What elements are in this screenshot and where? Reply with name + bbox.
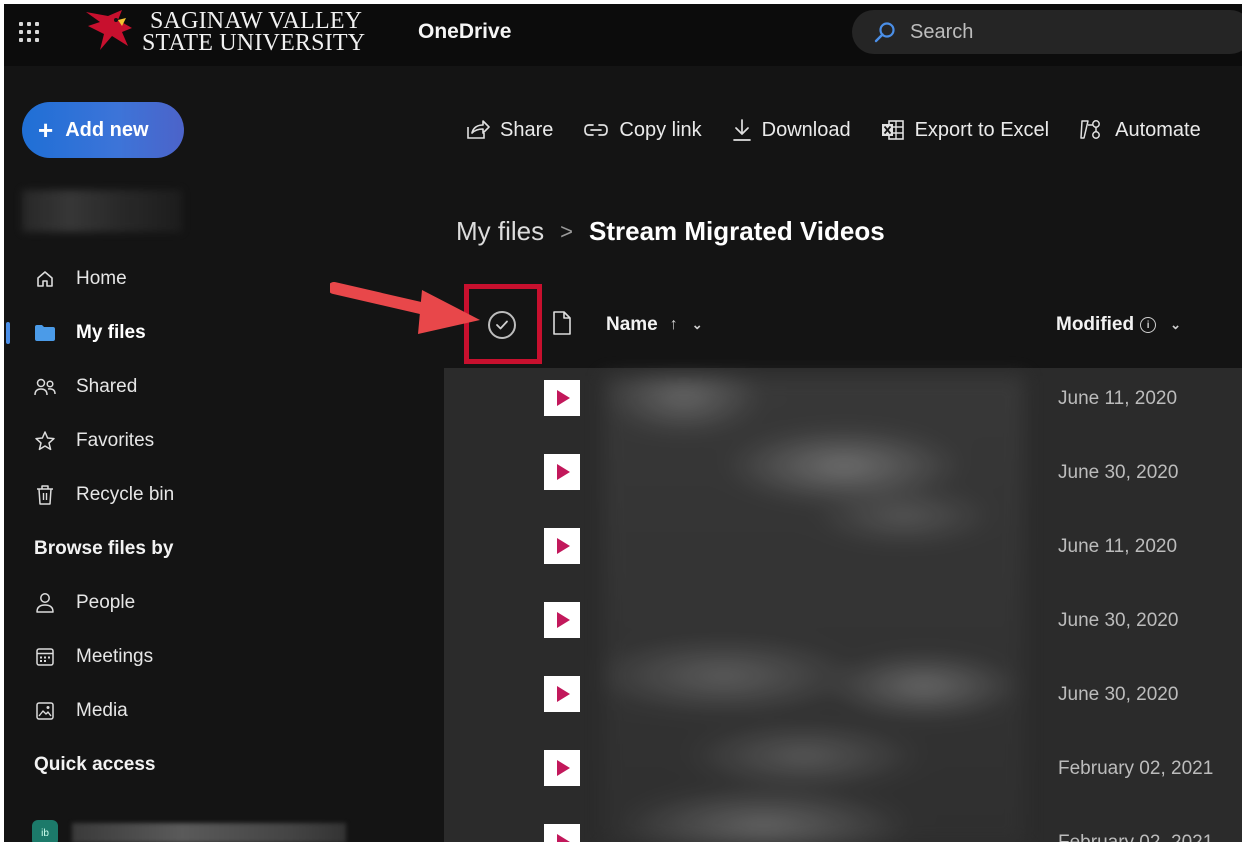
plus-icon: + [38, 115, 54, 145]
video-file-icon [544, 676, 580, 712]
breadcrumb-current-folder: Stream Migrated Videos [588, 216, 885, 246]
folder-icon [34, 322, 56, 344]
person-icon [34, 592, 56, 614]
sidebar-nav: Home My files Shared Favorites Recycle b… [4, 252, 204, 792]
onedrive-window: SAGINAW VALLEY STATE UNIVERSITY OneDrive… [4, 4, 1242, 842]
breadcrumb: My files > Stream Migrated Videos [456, 216, 885, 247]
sidebar-item-label: My files [76, 322, 146, 343]
chevron-down-icon: ⌄ [1170, 317, 1182, 332]
sidebar-item-label: People [76, 592, 136, 613]
browse-files-heading: Browse files by [34, 538, 174, 559]
calendar-icon [34, 646, 56, 668]
site-name-redacted [72, 823, 346, 842]
sidebar-item-label: Home [76, 268, 127, 289]
table-row[interactable]: February 02, 2021 [444, 808, 1242, 842]
sidebar-item-home[interactable]: Home [4, 252, 204, 306]
link-icon [584, 124, 609, 136]
modified-date: June 30, 2020 [1058, 462, 1179, 483]
video-file-icon [544, 824, 580, 842]
file-type-column-icon[interactable] [552, 310, 572, 341]
video-file-icon [544, 380, 580, 416]
video-file-icon [544, 602, 580, 638]
modified-date: June 11, 2020 [1058, 536, 1178, 557]
automate-button[interactable]: Automate [1079, 118, 1201, 142]
export-to-excel-label: Export to Excel [914, 118, 1050, 141]
site-badge-icon: ib [32, 820, 58, 842]
copy-link-button[interactable]: Copy link [583, 118, 702, 142]
automate-icon [1080, 120, 1101, 139]
sidebar-item-favorites[interactable]: Favorites [4, 414, 204, 468]
command-bar: Share Copy link Download Export to Excel… [466, 112, 1231, 148]
column-header-modified[interactable]: Modified i ⌄ [1056, 314, 1181, 336]
column-modified-label: Modified [1056, 314, 1135, 335]
annotation-arrow [330, 282, 480, 334]
chevron-down-icon: ⌄ [691, 317, 703, 332]
app-title[interactable]: OneDrive [418, 20, 511, 44]
quick-access-heading: Quick access [34, 754, 156, 775]
people-icon [34, 376, 56, 398]
sidebar-item-label: Favorites [76, 430, 155, 451]
table-row[interactable]: June 11, 2020 [444, 512, 1242, 586]
copy-link-label: Copy link [619, 118, 702, 141]
automate-label: Automate [1115, 118, 1201, 141]
home-icon [34, 268, 56, 290]
modified-date: June 30, 2020 [1058, 684, 1179, 705]
column-name-label: Name [606, 314, 658, 335]
sidebar-item-shared[interactable]: Shared [4, 360, 204, 414]
modified-date: June 11, 2020 [1058, 388, 1178, 409]
sort-ascending-icon: ↑ [669, 316, 678, 333]
add-new-button[interactable]: + Add new [22, 102, 184, 158]
video-file-icon [544, 528, 580, 564]
sidebar-item-people[interactable]: People [4, 576, 204, 630]
university-name-line2: STATE UNIVERSITY [142, 30, 366, 56]
account-name-redacted [22, 190, 182, 232]
sidebar-item-label: Media [76, 700, 128, 721]
column-header-name[interactable]: Name ↑ ⌄ [606, 314, 703, 336]
trash-icon [34, 484, 56, 506]
modified-date: February 02, 2021 [1058, 832, 1213, 842]
file-list-header: Name ↑ ⌄ Modified i ⌄ [444, 284, 1242, 368]
sidebar-item-recycle-bin[interactable]: Recycle bin [4, 468, 204, 522]
sidebar-item-label: Recycle bin [76, 484, 175, 505]
university-logo[interactable]: SAGINAW VALLEY STATE UNIVERSITY [82, 4, 365, 60]
table-row[interactable]: June 30, 2020 [444, 438, 1242, 512]
cardinal-icon [86, 10, 132, 50]
sidebar-item-label: Meetings [76, 646, 154, 667]
share-button[interactable]: Share [466, 119, 553, 142]
sidebar-item-my-files[interactable]: My files [4, 306, 204, 360]
university-name: SAGINAW VALLEY STATE UNIVERSITY [142, 8, 366, 56]
chevron-right-icon: > [560, 218, 573, 244]
video-file-icon [544, 454, 580, 490]
file-list: Name ↑ ⌄ Modified i ⌄ June 11, 2020 June… [444, 284, 1242, 842]
sidebar-item-label: Shared [76, 376, 138, 397]
modified-date: June 30, 2020 [1058, 610, 1179, 631]
sidebar-item-media[interactable]: Media [4, 684, 204, 738]
star-icon [34, 430, 56, 452]
university-name-line1: SAGINAW VALLEY [150, 8, 363, 34]
download-button[interactable]: Download [732, 118, 851, 142]
modified-date: February 02, 2021 [1058, 758, 1214, 779]
breadcrumb-my-files[interactable]: My files [456, 216, 544, 247]
search-icon [874, 22, 895, 43]
table-row[interactable]: February 02, 2021 [444, 734, 1242, 808]
table-row[interactable]: June 30, 2020 [444, 586, 1242, 660]
search-input[interactable] [910, 20, 1210, 44]
image-icon [34, 700, 56, 722]
app-launcher-icon[interactable] [18, 21, 40, 43]
excel-icon [881, 120, 904, 140]
share-label: Share [500, 118, 554, 141]
info-icon[interactable]: i [1140, 317, 1157, 333]
export-to-excel-button[interactable]: Export to Excel [881, 118, 1050, 142]
download-icon [732, 119, 751, 141]
table-row[interactable]: June 11, 2020 [444, 364, 1242, 438]
sidebar-item-meetings[interactable]: Meetings [4, 630, 204, 684]
top-bar: SAGINAW VALLEY STATE UNIVERSITY OneDrive [4, 4, 1242, 66]
download-label: Download [761, 118, 851, 141]
quick-access-item[interactable]: ib [32, 820, 346, 842]
video-file-icon [544, 750, 580, 786]
table-row[interactable]: June 30, 2020 [444, 660, 1242, 734]
share-icon [467, 120, 490, 139]
search-box[interactable] [852, 10, 1242, 54]
add-new-label: Add new [65, 118, 149, 141]
